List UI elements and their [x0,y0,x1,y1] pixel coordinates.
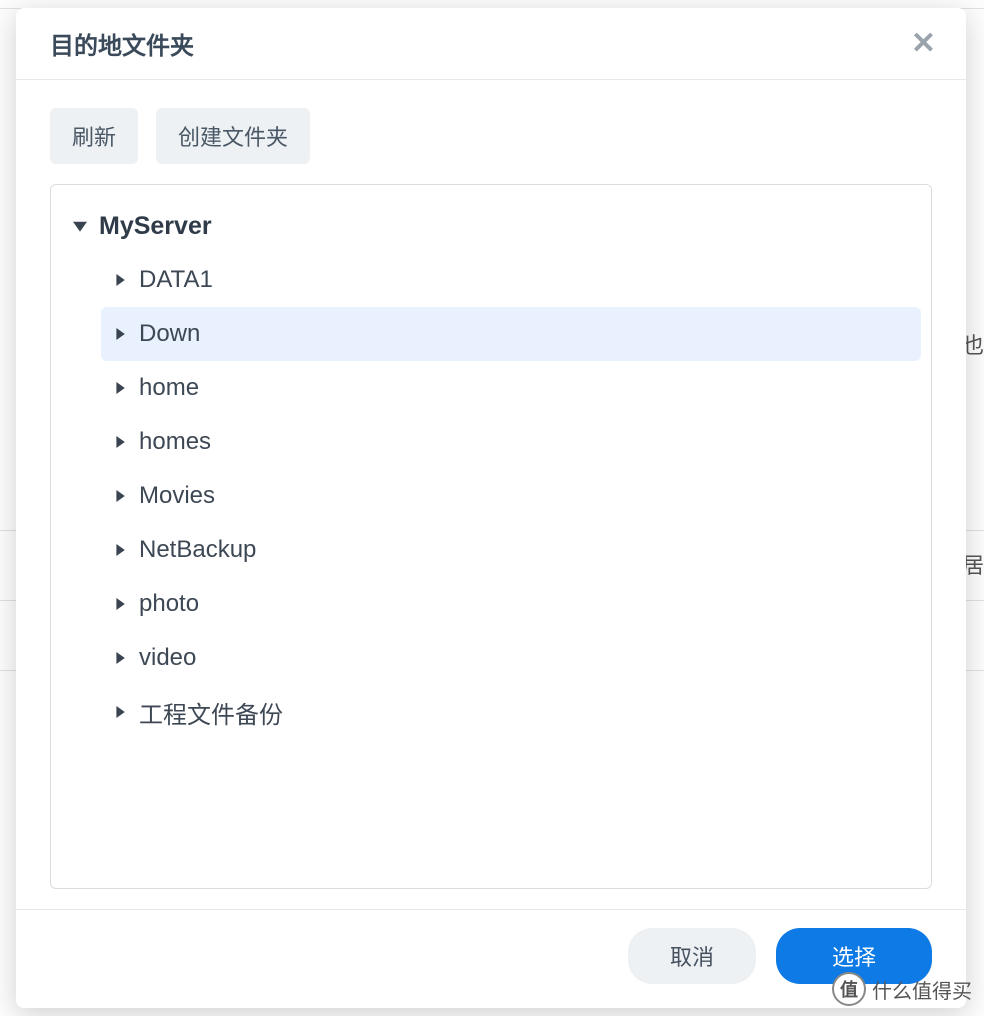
caret-right-icon[interactable] [111,703,129,721]
caret-right-icon[interactable] [111,487,129,505]
tree-node-label: photo [139,590,199,618]
tree-node[interactable]: home [101,361,921,415]
caret-right-icon[interactable] [111,649,129,667]
tree-node-label: NetBackup [139,536,256,564]
caret-right-icon[interactable] [111,541,129,559]
close-icon: ✕ [911,27,936,60]
dialog-title: 目的地文件夹 [50,26,194,61]
tree-row[interactable]: DATA1 [101,253,921,307]
tree-node-label: 工程文件备份 [139,695,283,730]
tree-row-root[interactable]: MyServer [61,199,921,253]
dialog-header: 目的地文件夹 ✕ [16,8,966,80]
tree-node[interactable]: Movies [101,469,921,523]
tree-row[interactable]: home [101,361,921,415]
tree-row[interactable]: video [101,631,921,685]
dialog-footer: 取消 选择 [16,909,966,1008]
caret-right-icon[interactable] [111,379,129,397]
tree-node-label: Down [139,320,200,348]
tree-node[interactable]: NetBackup [101,523,921,577]
caret-right-icon[interactable] [111,433,129,451]
tree-node[interactable]: DATA1 [101,253,921,307]
tree-node[interactable]: photo [101,577,921,631]
tree-row[interactable]: Down [101,307,921,361]
tree-row[interactable]: Movies [101,469,921,523]
tree-root-node[interactable]: MyServer DATA1 Down home homes Movies NetBack… [61,199,921,739]
tree-row[interactable]: NetBackup [101,523,921,577]
select-button[interactable]: 选择 [776,928,932,984]
caret-right-icon[interactable] [111,271,129,289]
tree-node[interactable]: video [101,631,921,685]
caret-down-icon[interactable] [71,217,89,235]
tree-node-label: video [139,644,196,672]
cancel-button[interactable]: 取消 [628,928,756,984]
tree-node[interactable]: 工程文件备份 [101,685,921,739]
close-button[interactable]: ✕ [911,29,936,59]
destination-folder-dialog: 目的地文件夹 ✕ 刷新 创建文件夹 MyServer DATA1 Down home… [16,8,966,1008]
refresh-button[interactable]: 刷新 [50,108,138,164]
tree-root-label: MyServer [99,212,212,241]
tree-node[interactable]: Down [101,307,921,361]
folder-tree[interactable]: MyServer DATA1 Down home homes Movies NetBack… [50,184,932,889]
tree-node[interactable]: homes [101,415,921,469]
tree-node-label: DATA1 [139,266,213,294]
caret-right-icon[interactable] [111,325,129,343]
tree-node-label: homes [139,428,211,456]
dialog-body: 刷新 创建文件夹 MyServer DATA1 Down home homes Movi… [16,80,966,909]
tree-node-label: Movies [139,482,215,510]
tree-row[interactable]: 工程文件备份 [101,685,921,739]
caret-right-icon[interactable] [111,595,129,613]
tree-row[interactable]: homes [101,415,921,469]
toolbar: 刷新 创建文件夹 [50,108,932,164]
create-folder-button[interactable]: 创建文件夹 [156,108,310,164]
tree-row[interactable]: photo [101,577,921,631]
tree-node-label: home [139,374,199,402]
